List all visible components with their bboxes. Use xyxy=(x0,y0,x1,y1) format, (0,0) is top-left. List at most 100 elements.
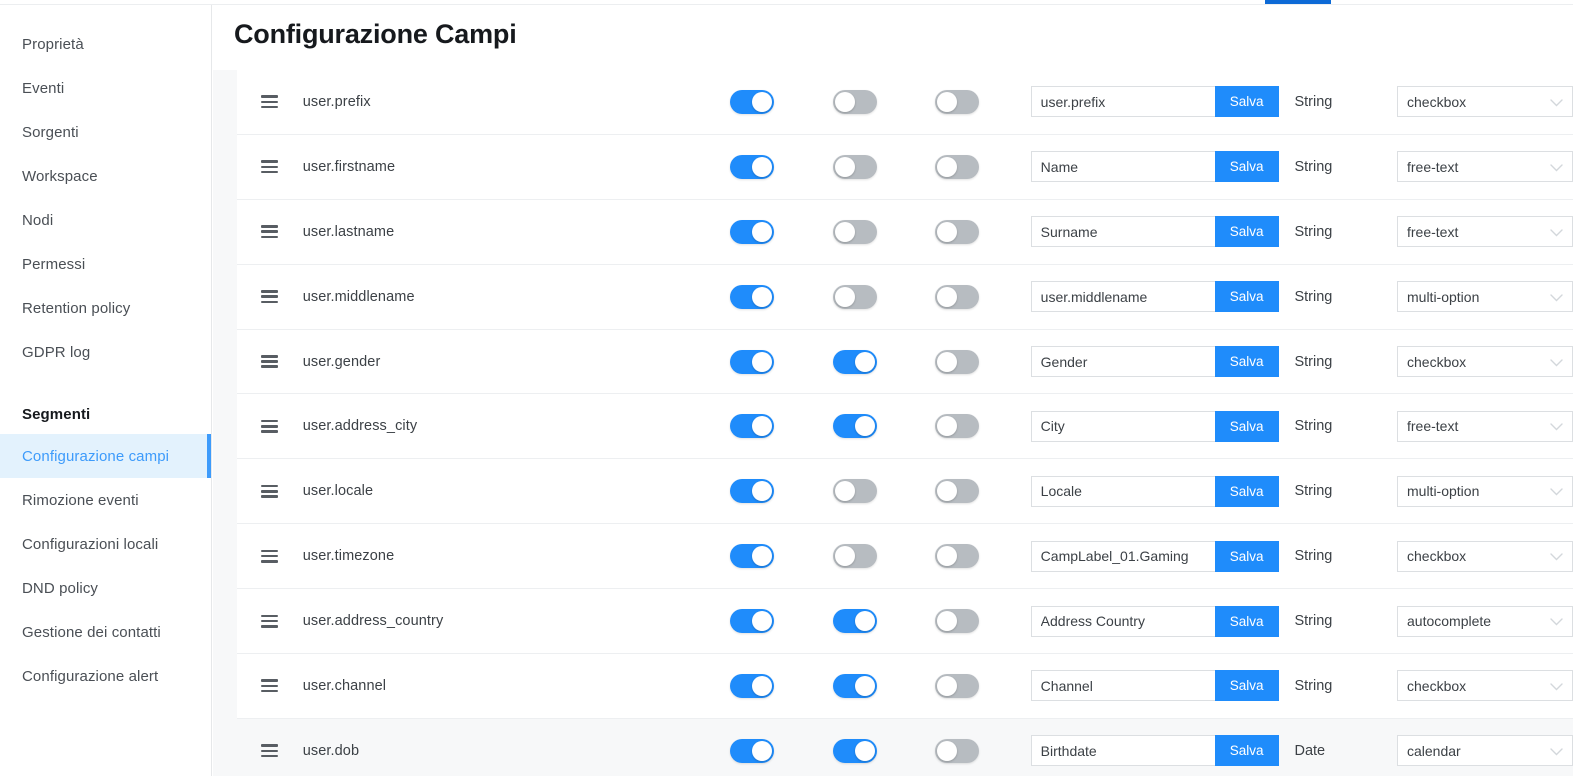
save-button[interactable]: Salva xyxy=(1214,475,1279,507)
sidebar-item-rimozione-eventi[interactable]: Rimozione eventi xyxy=(0,478,211,522)
drag-handle-cell[interactable] xyxy=(237,549,303,563)
drag-handle-cell[interactable] xyxy=(237,95,303,109)
toggle-third[interactable] xyxy=(935,738,980,763)
widget-select[interactable]: free-text xyxy=(1397,410,1573,442)
sidebar-item-configurazioni-locali[interactable]: Configurazioni locali xyxy=(0,522,211,566)
drag-handle-cell[interactable] xyxy=(237,290,303,304)
toggle-third[interactable] xyxy=(935,414,980,439)
save-button[interactable]: Salva xyxy=(1214,605,1279,637)
drag-handle-cell[interactable] xyxy=(237,614,303,628)
drag-handle-icon[interactable] xyxy=(261,225,279,239)
toggle-second[interactable] xyxy=(832,414,877,439)
toggle-third[interactable] xyxy=(935,544,980,569)
toggle-third[interactable] xyxy=(935,479,980,504)
toggle-third[interactable] xyxy=(935,219,980,244)
label-input[interactable] xyxy=(1030,605,1215,637)
sidebar-item-nodi[interactable]: Nodi xyxy=(0,198,211,242)
toggle-third[interactable] xyxy=(935,284,980,309)
toggle-enabled[interactable] xyxy=(730,284,775,309)
label-input[interactable] xyxy=(1030,281,1215,313)
toggle-second[interactable] xyxy=(832,219,877,244)
toggle-second[interactable] xyxy=(832,89,877,114)
toggle-third[interactable] xyxy=(935,609,980,634)
save-button[interactable]: Salva xyxy=(1214,410,1279,442)
toggle-enabled[interactable] xyxy=(730,154,775,179)
toggle-second[interactable] xyxy=(832,738,877,763)
drag-handle-cell[interactable] xyxy=(237,679,303,693)
sidebar-item-permessi[interactable]: Permessi xyxy=(0,242,211,286)
drag-handle-icon[interactable] xyxy=(261,614,279,628)
label-input[interactable] xyxy=(1030,475,1215,507)
toggle-second[interactable] xyxy=(832,154,877,179)
drag-handle-icon[interactable] xyxy=(261,95,279,109)
widget-select[interactable]: multi-option xyxy=(1397,475,1573,507)
save-button[interactable]: Salva xyxy=(1214,281,1279,313)
sidebar-item-gdpr-log[interactable]: GDPR log xyxy=(0,330,211,374)
widget-select[interactable]: checkbox xyxy=(1397,670,1573,702)
toggle-enabled[interactable] xyxy=(730,219,775,244)
drag-handle-icon[interactable] xyxy=(261,160,279,174)
toggle-enabled[interactable] xyxy=(730,738,775,763)
save-button[interactable]: Salva xyxy=(1214,670,1279,702)
sidebar-item-sorgenti[interactable]: Sorgenti xyxy=(0,110,211,154)
label-input[interactable] xyxy=(1030,151,1215,183)
label-input[interactable] xyxy=(1030,346,1215,377)
drag-handle-cell[interactable] xyxy=(237,744,303,758)
sidebar-item-retention-policy[interactable]: Retention policy xyxy=(0,286,211,330)
save-button[interactable]: Salva xyxy=(1214,540,1279,572)
toggle-second[interactable] xyxy=(832,673,877,698)
toggle-second[interactable] xyxy=(832,544,877,569)
sidebar-item-configurazione-alert[interactable]: Configurazione alert xyxy=(0,654,211,698)
widget-select[interactable]: checkbox xyxy=(1397,540,1573,572)
sidebar-item-dnd-policy[interactable]: DND policy xyxy=(0,566,211,610)
widget-select[interactable]: checkbox xyxy=(1397,86,1573,118)
toggle-second[interactable] xyxy=(832,609,877,634)
sidebar-item-configurazione-campi[interactable]: Configurazione campi xyxy=(0,434,211,478)
widget-select[interactable]: calendar xyxy=(1397,735,1573,767)
sidebar-item-gestione-dei-contatti[interactable]: Gestione dei contatti xyxy=(0,610,211,654)
drag-handle-cell[interactable] xyxy=(237,225,303,239)
sidebar-item-eventi[interactable]: Eventi xyxy=(0,66,211,110)
label-input[interactable] xyxy=(1030,735,1215,767)
toggle-enabled[interactable] xyxy=(730,673,775,698)
drag-handle-icon[interactable] xyxy=(261,355,279,368)
sidebar-item-propriet-[interactable]: Proprietà xyxy=(0,22,211,66)
drag-handle-icon[interactable] xyxy=(261,290,279,304)
toggle-enabled[interactable] xyxy=(730,479,775,504)
toggle-enabled[interactable] xyxy=(730,89,775,114)
save-button[interactable]: Salva xyxy=(1214,151,1279,183)
sidebar-item-workspace[interactable]: Workspace xyxy=(0,154,211,198)
toggle-third[interactable] xyxy=(935,349,980,374)
widget-select[interactable]: multi-option xyxy=(1397,281,1573,313)
save-button[interactable]: Salva xyxy=(1214,346,1279,377)
toggle-second[interactable] xyxy=(832,479,877,504)
toggle-enabled[interactable] xyxy=(730,544,775,569)
drag-handle-icon[interactable] xyxy=(261,484,279,498)
save-button[interactable]: Salva xyxy=(1214,216,1279,248)
drag-handle-icon[interactable] xyxy=(261,549,279,563)
toggle-second[interactable] xyxy=(832,349,877,374)
drag-handle-cell[interactable] xyxy=(237,419,303,433)
toggle-enabled[interactable] xyxy=(730,609,775,634)
label-input[interactable] xyxy=(1030,86,1215,118)
toggle-third[interactable] xyxy=(935,154,980,179)
drag-handle-cell[interactable] xyxy=(237,484,303,498)
label-input[interactable] xyxy=(1030,540,1215,572)
widget-select[interactable]: autocomplete xyxy=(1397,605,1573,637)
toggle-third[interactable] xyxy=(935,673,980,698)
toggle-enabled[interactable] xyxy=(730,414,775,439)
toggle-second[interactable] xyxy=(832,284,877,309)
active-tab-indicator[interactable] xyxy=(1265,0,1331,4)
toggle-enabled[interactable] xyxy=(730,349,775,374)
label-input[interactable] xyxy=(1030,216,1215,248)
drag-handle-icon[interactable] xyxy=(261,744,279,758)
label-input[interactable] xyxy=(1030,670,1215,702)
drag-handle-cell[interactable] xyxy=(237,355,303,368)
label-input[interactable] xyxy=(1030,410,1215,442)
widget-select[interactable]: checkbox xyxy=(1397,346,1573,377)
widget-select[interactable]: free-text xyxy=(1397,151,1573,183)
save-button[interactable]: Salva xyxy=(1214,86,1279,118)
toggle-third[interactable] xyxy=(935,89,980,114)
drag-handle-icon[interactable] xyxy=(261,679,279,693)
widget-select[interactable]: free-text xyxy=(1397,216,1573,248)
